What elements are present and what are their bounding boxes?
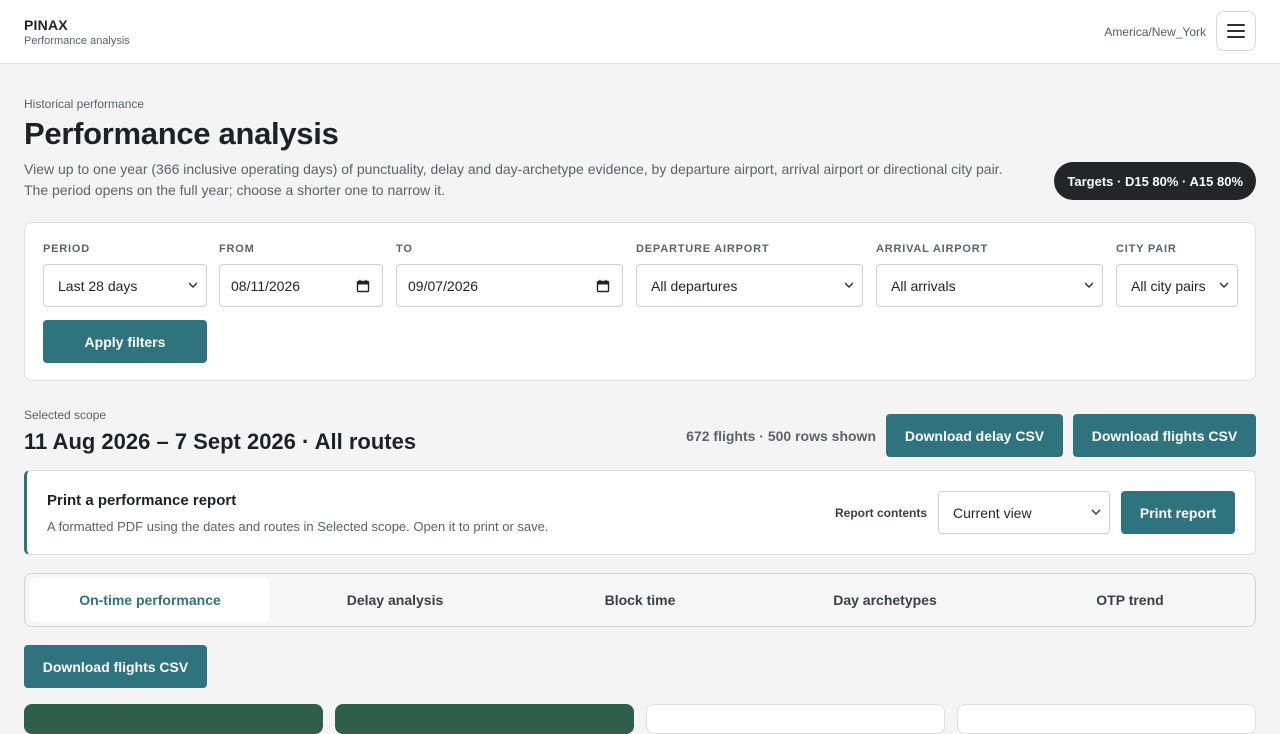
scope-title: 11 Aug 2026 – 7 Sept 2026 · All routes bbox=[24, 429, 417, 454]
tab-delay-analysis[interactable]: Delay analysis bbox=[275, 578, 515, 622]
stat-card bbox=[957, 704, 1256, 734]
departure-value: All departures bbox=[651, 277, 738, 294]
to-date-input[interactable]: 09/07/2026 bbox=[396, 264, 623, 307]
from-date-input[interactable]: 08/11/2026 bbox=[219, 264, 383, 307]
hamburger-icon bbox=[1227, 36, 1245, 38]
arrival-label: ARRIVAL AIRPORT bbox=[876, 243, 989, 255]
tab-day-archetypes[interactable]: Day archetypes bbox=[765, 578, 1005, 622]
report-description: A formatted PDF using the dates and rout… bbox=[47, 519, 549, 534]
period-value: Last 28 days bbox=[58, 277, 138, 294]
print-report-button[interactable]: Print report bbox=[1121, 491, 1235, 534]
city-pair-label: CITY PAIR bbox=[1116, 243, 1177, 255]
stat-card bbox=[335, 704, 634, 734]
brand-subtitle: Performance analysis bbox=[24, 35, 130, 47]
analysis-tabs: On-time performance Delay analysis Block… bbox=[24, 573, 1256, 627]
chevron-down-icon bbox=[1084, 282, 1094, 288]
to-label: TO bbox=[396, 243, 413, 255]
period-label: PERIOD bbox=[43, 243, 90, 255]
print-report-panel: Print a performance report A formatted P… bbox=[24, 470, 1256, 555]
download-flights-csv-button[interactable]: Download flights CSV bbox=[1073, 414, 1256, 457]
brand[interactable]: PINAX Performance analysis bbox=[24, 17, 130, 47]
calendar-icon[interactable] bbox=[596, 279, 610, 293]
stat-card bbox=[24, 704, 323, 734]
chevron-down-icon bbox=[188, 282, 198, 288]
page-eyebrow: Historical performance bbox=[24, 97, 145, 111]
page-title: Performance analysis bbox=[24, 116, 339, 151]
report-contents-value: Current view bbox=[953, 504, 1032, 521]
page-description: View up to one year (366 inclusive opera… bbox=[24, 161, 1003, 198]
from-date-value: 08/11/2026 bbox=[231, 277, 301, 294]
stat-card bbox=[646, 704, 945, 734]
top-bar: PINAX Performance analysis America/New_Y… bbox=[0, 0, 1280, 64]
filter-panel: PERIOD Last 28 days FROM 08/11/2026 TO 0… bbox=[24, 222, 1256, 381]
departure-airport-select[interactable]: All departures bbox=[636, 264, 863, 307]
brand-name: PINAX bbox=[24, 17, 68, 33]
targets-badge: Targets · D15 80% · A15 80% bbox=[1054, 162, 1256, 200]
report-contents-select[interactable]: Current view bbox=[938, 491, 1110, 534]
timezone-label: America/New_York bbox=[1104, 25, 1206, 39]
period-select[interactable]: Last 28 days bbox=[43, 264, 207, 307]
chevron-down-icon bbox=[844, 282, 854, 288]
arrival-value: All arrivals bbox=[891, 277, 956, 294]
menu-button[interactable] bbox=[1216, 11, 1256, 51]
hamburger-icon bbox=[1227, 30, 1245, 32]
scope-label: Selected scope bbox=[24, 408, 107, 422]
chevron-down-icon bbox=[1091, 509, 1101, 515]
download-delay-csv-button[interactable]: Download delay CSV bbox=[886, 414, 1063, 457]
flight-count: 672 flights · 500 rows shown bbox=[686, 428, 876, 444]
departure-label: DEPARTURE AIRPORT bbox=[636, 243, 770, 255]
report-title: Print a performance report bbox=[47, 492, 237, 509]
city-pair-value: All city pairs bbox=[1131, 277, 1206, 294]
chevron-down-icon bbox=[1219, 282, 1229, 288]
arrival-airport-select[interactable]: All arrivals bbox=[876, 264, 1103, 307]
tab-block-time[interactable]: Block time bbox=[520, 578, 760, 622]
calendar-icon[interactable] bbox=[356, 279, 370, 293]
tab-otp-trend[interactable]: OTP trend bbox=[1010, 578, 1250, 622]
from-label: FROM bbox=[219, 243, 255, 255]
apply-filters-button[interactable]: Apply filters bbox=[43, 320, 207, 363]
to-date-value: 09/07/2026 bbox=[408, 277, 479, 294]
tab-on-time-performance[interactable]: On-time performance bbox=[30, 578, 270, 622]
report-contents-label: Report contents bbox=[835, 506, 928, 520]
tab-download-flights-csv-button[interactable]: Download flights CSV bbox=[24, 645, 207, 688]
hamburger-icon bbox=[1227, 24, 1245, 26]
city-pair-select[interactable]: All city pairs bbox=[1116, 264, 1238, 307]
